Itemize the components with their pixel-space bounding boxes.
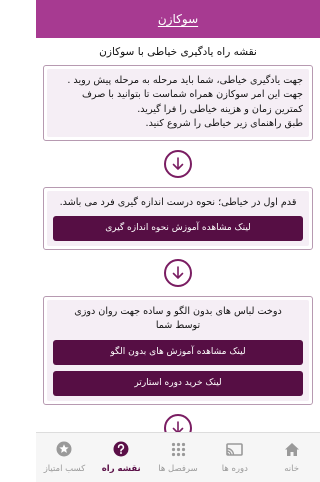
step-connector bbox=[43, 149, 313, 178]
nav-item-home[interactable]: خانه bbox=[263, 433, 320, 482]
intro-line-4: طبق راهنمای زیر خیاطی را شروع کنید. bbox=[145, 118, 303, 130]
home-icon bbox=[284, 442, 300, 461]
buy-starter-course-button[interactable]: لینک خرید دوره استارتر bbox=[53, 370, 303, 396]
intro-card: جهت یادگیری خیاطی، شما باید مرحله به مرح… bbox=[43, 65, 313, 141]
step1-card: قدم اول در خیاطی؛ نحوه درست اندازه گیری … bbox=[43, 186, 313, 251]
measurement-tutorial-button[interactable]: لینک مشاهده آموزش نحوه اندازه گیری bbox=[53, 216, 303, 242]
arrow-down-icon bbox=[164, 149, 192, 178]
step-connector bbox=[43, 413, 313, 432]
nav-label-roadmap: نقشه راه bbox=[101, 464, 141, 474]
intro-line-1: جهت یادگیری خیاطی، شما باید مرحله به مرح… bbox=[67, 75, 303, 86]
page-title: نقشه راه یادگیری خیاطی با سوکازن bbox=[99, 46, 257, 58]
nav-label-courses: دوره ها bbox=[221, 463, 248, 474]
nav-item-earn-points[interactable]: کسب امتیاز bbox=[36, 433, 93, 482]
app-title: سوکازن bbox=[157, 12, 199, 26]
nav-label-topics: سرفصل ها bbox=[158, 463, 198, 474]
step2-card: دوخت لباس های بدون الگو و ساده جهت روان … bbox=[43, 296, 313, 405]
nav-item-roadmap[interactable]: نقشه راه bbox=[93, 433, 150, 482]
step-connector bbox=[43, 259, 313, 288]
step2-line-2: توسط شما bbox=[155, 320, 201, 332]
nav-item-courses[interactable]: دوره ها bbox=[206, 433, 263, 482]
intro-line-3: کمترین زمان و هزینه خیاطی را فرا گیرید. bbox=[137, 103, 303, 115]
star-icon bbox=[56, 441, 72, 461]
help-circle-icon bbox=[113, 441, 129, 461]
arrow-down-icon bbox=[164, 413, 192, 432]
grid-dots-icon bbox=[171, 442, 186, 461]
intro-line-2: جهت این امر سوکازن همراه شماست تا بتوانی… bbox=[81, 89, 303, 101]
arrow-down-icon bbox=[164, 259, 192, 288]
cast-icon bbox=[226, 442, 244, 461]
step2-line-1: دوخت لباس های بدون الگو و ساده جهت روان … bbox=[74, 306, 282, 318]
app-bar: سوکازن bbox=[36, 0, 320, 38]
step1-text: قدم اول در خیاطی؛ نحوه درست اندازه گیری … bbox=[59, 196, 297, 208]
nav-label-earn-points: کسب امتیاز bbox=[43, 464, 86, 474]
roadmap-content[interactable]: نقشه راه یادگیری خیاطی با سوکازن جهت یاد… bbox=[36, 38, 320, 432]
bottom-navigation: خانه دوره ها سرفصل ها نقشه راه کسب امتیا… bbox=[36, 432, 320, 482]
nav-label-home: خانه bbox=[284, 463, 299, 474]
no-pattern-tutorials-button[interactable]: لینک مشاهده آموزش های بدون الگو bbox=[53, 339, 303, 365]
nav-item-topics[interactable]: سرفصل ها bbox=[150, 433, 207, 482]
